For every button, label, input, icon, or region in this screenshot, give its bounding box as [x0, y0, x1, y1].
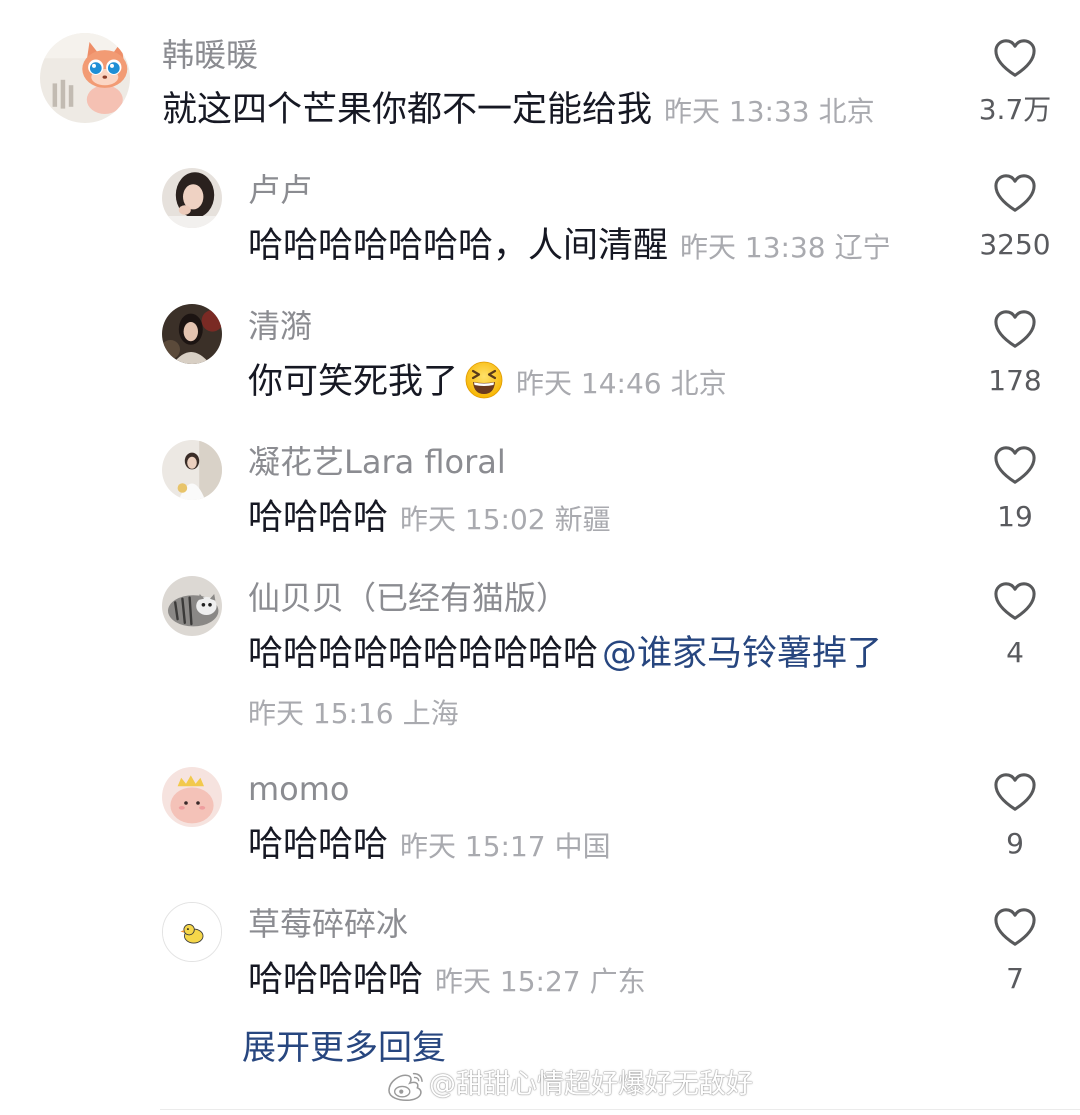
- like-count: 4: [1006, 636, 1024, 669]
- avatar[interactable]: [162, 902, 222, 962]
- comment-text[interactable]: 哈哈哈哈哈哈哈，人间清醒: [248, 226, 668, 266]
- comment-line: 你可笑死我了 昨天 14:46 北京: [248, 360, 727, 406]
- divider: [160, 1109, 1080, 1110]
- comment-time: 昨天 15:27: [435, 965, 581, 998]
- comment-text[interactable]: 你可笑死我了: [248, 362, 458, 402]
- like-button[interactable]: 19: [968, 444, 1062, 536]
- avatar[interactable]: [162, 440, 222, 500]
- avatar-image: [163, 903, 221, 961]
- username[interactable]: 草莓碎碎冰: [248, 904, 408, 944]
- like-count: 178: [988, 364, 1042, 397]
- heart-outline-icon[interactable]: [992, 771, 1038, 813]
- avatar-image: [162, 304, 222, 364]
- avatar-image: [40, 33, 130, 123]
- expand-more-replies-link[interactable]: 展开更多回复: [242, 1026, 446, 1070]
- avatar[interactable]: [162, 168, 222, 228]
- comment-text[interactable]: 哈哈哈哈: [248, 498, 388, 538]
- like-button[interactable]: 4: [968, 580, 1062, 672]
- avatar[interactable]: [162, 576, 222, 636]
- like-count: 3250: [979, 228, 1051, 261]
- comment-location: 上海: [402, 697, 459, 730]
- like-count: 9: [1006, 827, 1024, 860]
- heart-outline-icon[interactable]: [992, 580, 1038, 622]
- like-button[interactable]: 178: [968, 308, 1062, 400]
- username[interactable]: 卢卢: [248, 170, 312, 210]
- comment-time: 昨天 14:46: [516, 367, 662, 400]
- like-count: 3.7万: [978, 93, 1052, 126]
- weibo-logo-icon: [388, 1072, 423, 1102]
- comment-line: 哈哈哈哈哈 昨天 15:27 广东: [248, 958, 646, 1004]
- username[interactable]: 凝花艺Lara floral: [248, 442, 506, 482]
- like-button[interactable]: 3.7万: [968, 37, 1062, 129]
- avatar[interactable]: [40, 33, 130, 123]
- comment-location: 北京: [818, 95, 875, 128]
- avatar-image: [162, 440, 222, 500]
- username[interactable]: momo: [248, 769, 350, 809]
- comment-location: 辽宁: [834, 231, 891, 264]
- comment-location: 北京: [670, 367, 727, 400]
- avatar[interactable]: [162, 767, 222, 827]
- username[interactable]: 韩暖暖: [162, 35, 258, 75]
- comment-time: 昨天 13:38: [680, 231, 826, 264]
- comment-line: 哈哈哈哈 昨天 15:02 新疆: [248, 496, 611, 542]
- comment-text[interactable]: 哈哈哈哈哈: [248, 960, 423, 1000]
- comment-time: 昨天 13:33: [664, 95, 810, 128]
- comment-meta: 昨天 15:16 上海: [248, 690, 459, 736]
- like-count: 19: [997, 500, 1033, 533]
- mention-link[interactable]: @谁家马铃薯掉了: [602, 634, 882, 674]
- avatar-image: [162, 576, 222, 636]
- watermark-text: @甜甜心情超好爆好无敌好: [429, 1069, 753, 1100]
- avatar-image: [162, 168, 222, 228]
- like-count: 7: [1006, 962, 1024, 995]
- username[interactable]: 仙贝贝（已经有猫版）: [248, 578, 568, 618]
- comment-line: 就这四个芒果你都不一定能给我 昨天 13:33 北京: [162, 88, 875, 134]
- heart-outline-icon[interactable]: [992, 37, 1038, 79]
- laughing-face-emoji-icon: [465, 361, 503, 399]
- avatar-image: [162, 767, 222, 827]
- avatar[interactable]: [162, 304, 222, 364]
- comment-location: 中国: [554, 830, 611, 863]
- comment-line: 哈哈哈哈哈哈哈哈哈哈 @谁家马铃薯掉了: [248, 632, 882, 676]
- like-button[interactable]: 3250: [968, 172, 1062, 264]
- comment-text[interactable]: 哈哈哈哈: [248, 825, 388, 865]
- heart-outline-icon[interactable]: [992, 308, 1038, 350]
- comment-time: 昨天 15:02: [400, 503, 546, 536]
- heart-outline-icon[interactable]: [992, 172, 1038, 214]
- heart-outline-icon[interactable]: [992, 906, 1038, 948]
- comment-line: 哈哈哈哈 昨天 15:17 中国: [248, 823, 611, 869]
- comment-time: 昨天 15:17: [400, 830, 546, 863]
- comment-text[interactable]: 就这四个芒果你都不一定能给我: [162, 90, 652, 130]
- username[interactable]: 清漪: [248, 306, 312, 346]
- comment-location: 广东: [589, 965, 646, 998]
- like-button[interactable]: 9: [968, 771, 1062, 863]
- watermark: @甜甜心情超好爆好无敌好: [385, 1066, 753, 1104]
- like-button[interactable]: 7: [968, 906, 1062, 998]
- heart-outline-icon[interactable]: [992, 444, 1038, 486]
- comment-text[interactable]: 哈哈哈哈哈哈哈哈哈哈: [248, 634, 598, 674]
- comment-line: 哈哈哈哈哈哈哈，人间清醒 昨天 13:38 辽宁: [248, 224, 891, 270]
- comment-time: 昨天 15:16: [248, 697, 394, 730]
- comment-location: 新疆: [554, 503, 611, 536]
